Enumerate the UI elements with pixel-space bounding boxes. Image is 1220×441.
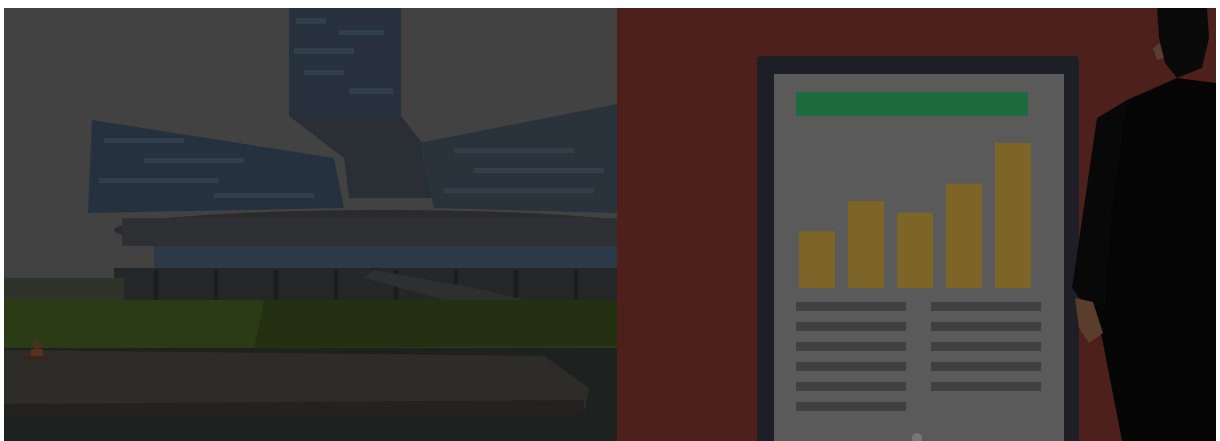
lawn-shadow — [254, 300, 617, 348]
hero-banner — [4, 8, 1216, 441]
building-ground-floor — [114, 268, 617, 302]
board-chart-bar — [897, 212, 933, 288]
board-chart-bar — [995, 143, 1031, 288]
building-glass-ring — [154, 246, 617, 268]
illustration-svg — [617, 8, 1216, 441]
board-chart-bar — [946, 183, 982, 288]
presentation-illustration — [617, 8, 1216, 441]
board-header-bar — [796, 92, 1028, 116]
tree-line — [4, 278, 124, 300]
board-chart-bar — [848, 201, 884, 288]
building-tower — [289, 8, 401, 116]
building-disc-band — [122, 218, 617, 246]
board-chart-bar — [799, 231, 835, 288]
building-photo — [4, 8, 617, 441]
building-scene-svg — [4, 8, 617, 441]
